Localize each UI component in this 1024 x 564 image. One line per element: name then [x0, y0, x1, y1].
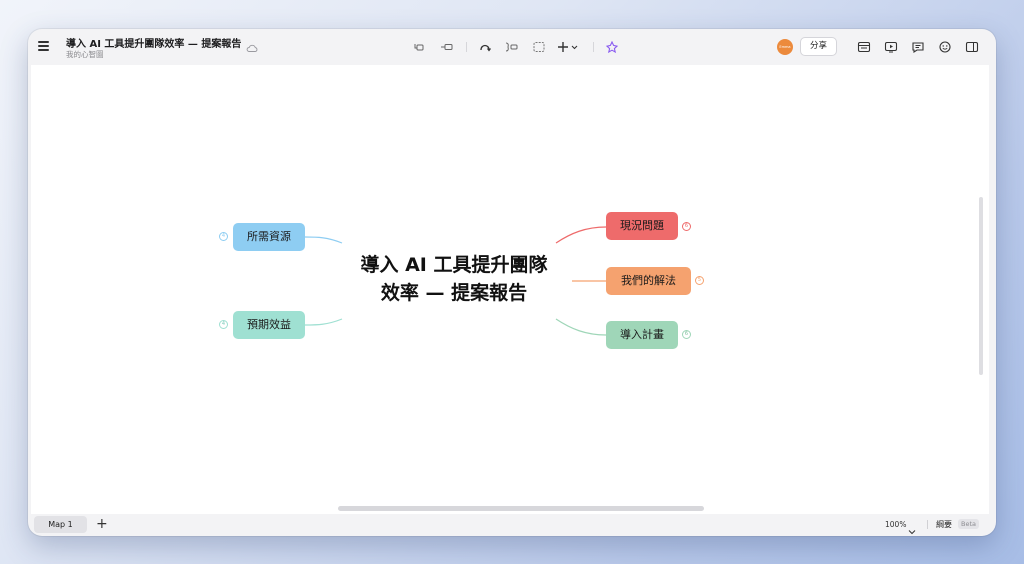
chevron-down-icon[interactable]: [908, 520, 916, 535]
bottom-bar: Map 1 + 100% 綱要 Beta: [28, 514, 996, 536]
topic-implementation-plan[interactable]: 導入計畫: [606, 321, 678, 349]
branch-line-expected-benefits: [304, 318, 343, 326]
document-location[interactable]: 我的心智圖: [66, 49, 104, 60]
beta-badge: Beta: [958, 519, 979, 529]
zoom-level[interactable]: 100%: [885, 520, 906, 529]
footer-divider: [927, 520, 928, 529]
relationship-icon[interactable]: [478, 41, 492, 53]
collapse-toggle-current-problem[interactable]: 6: [682, 222, 691, 231]
user-avatar[interactable]: Emma: [777, 39, 793, 55]
insert-icon[interactable]: [558, 41, 580, 53]
topic-expected-benefits[interactable]: 預期效益: [233, 311, 305, 339]
mindmap-canvas[interactable]: 導入 AI 工具提升團隊 效率 — 提案報告 現況問題 6 我們的解法 5 導入…: [31, 65, 989, 514]
ai-sparkle-icon[interactable]: [605, 41, 619, 53]
horizontal-scrollbar[interactable]: [338, 506, 704, 511]
summary-icon[interactable]: [504, 41, 518, 53]
emoji-icon[interactable]: [938, 41, 952, 53]
boundary-icon[interactable]: [532, 41, 546, 53]
collapse-toggle-our-solution[interactable]: 5: [695, 276, 704, 285]
topic-required-resources[interactable]: 所需資源: [233, 223, 305, 251]
topic-current-problem[interactable]: 現況問題: [606, 212, 678, 240]
branch-line-required-resources: [304, 236, 343, 244]
topic-our-solution[interactable]: 我們的解法: [606, 267, 691, 295]
sidebar-panel-icon[interactable]: [965, 41, 979, 53]
topic-icon[interactable]: [413, 41, 427, 53]
outline-view-icon[interactable]: [857, 41, 871, 53]
share-button[interactable]: 分享: [800, 37, 837, 56]
collapse-toggle-implementation-plan[interactable]: 6: [682, 330, 691, 339]
toolbar-divider: [593, 42, 594, 52]
app-window: 導入 AI 工具提升團隊效率 — 提案報告 我的心智圖 Emma 分享 導入 A…: [28, 29, 996, 536]
sheet-tab-map-1[interactable]: Map 1: [34, 516, 87, 533]
outline-button[interactable]: 綱要: [936, 519, 952, 530]
branch-line-implementation-plan: [555, 318, 607, 336]
presentation-icon[interactable]: [884, 41, 898, 53]
hamburger-menu-icon[interactable]: [38, 41, 49, 51]
top-bar: 導入 AI 工具提升團隊效率 — 提案報告 我的心智圖 Emma 分享: [28, 29, 996, 65]
central-topic-line-1: 導入 AI 工具提升團隊: [360, 254, 548, 276]
vertical-scrollbar[interactable]: [979, 197, 983, 375]
comments-icon[interactable]: [911, 41, 925, 53]
collapse-toggle-expected-benefits[interactable]: 4: [219, 320, 228, 329]
branch-line-current-problem: [555, 226, 607, 244]
add-sheet-button[interactable]: +: [96, 517, 108, 531]
central-topic[interactable]: 導入 AI 工具提升團隊 效率 — 提案報告: [349, 251, 559, 307]
document-title[interactable]: 導入 AI 工具提升團隊效率 — 提案報告: [66, 35, 241, 50]
cloud-sync-icon: [246, 37, 258, 52]
toolbar-divider: [466, 42, 467, 52]
subtopic-icon[interactable]: [440, 41, 454, 53]
central-topic-line-2: 效率 — 提案報告: [380, 282, 528, 304]
collapse-toggle-required-resources[interactable]: 4: [219, 232, 228, 241]
